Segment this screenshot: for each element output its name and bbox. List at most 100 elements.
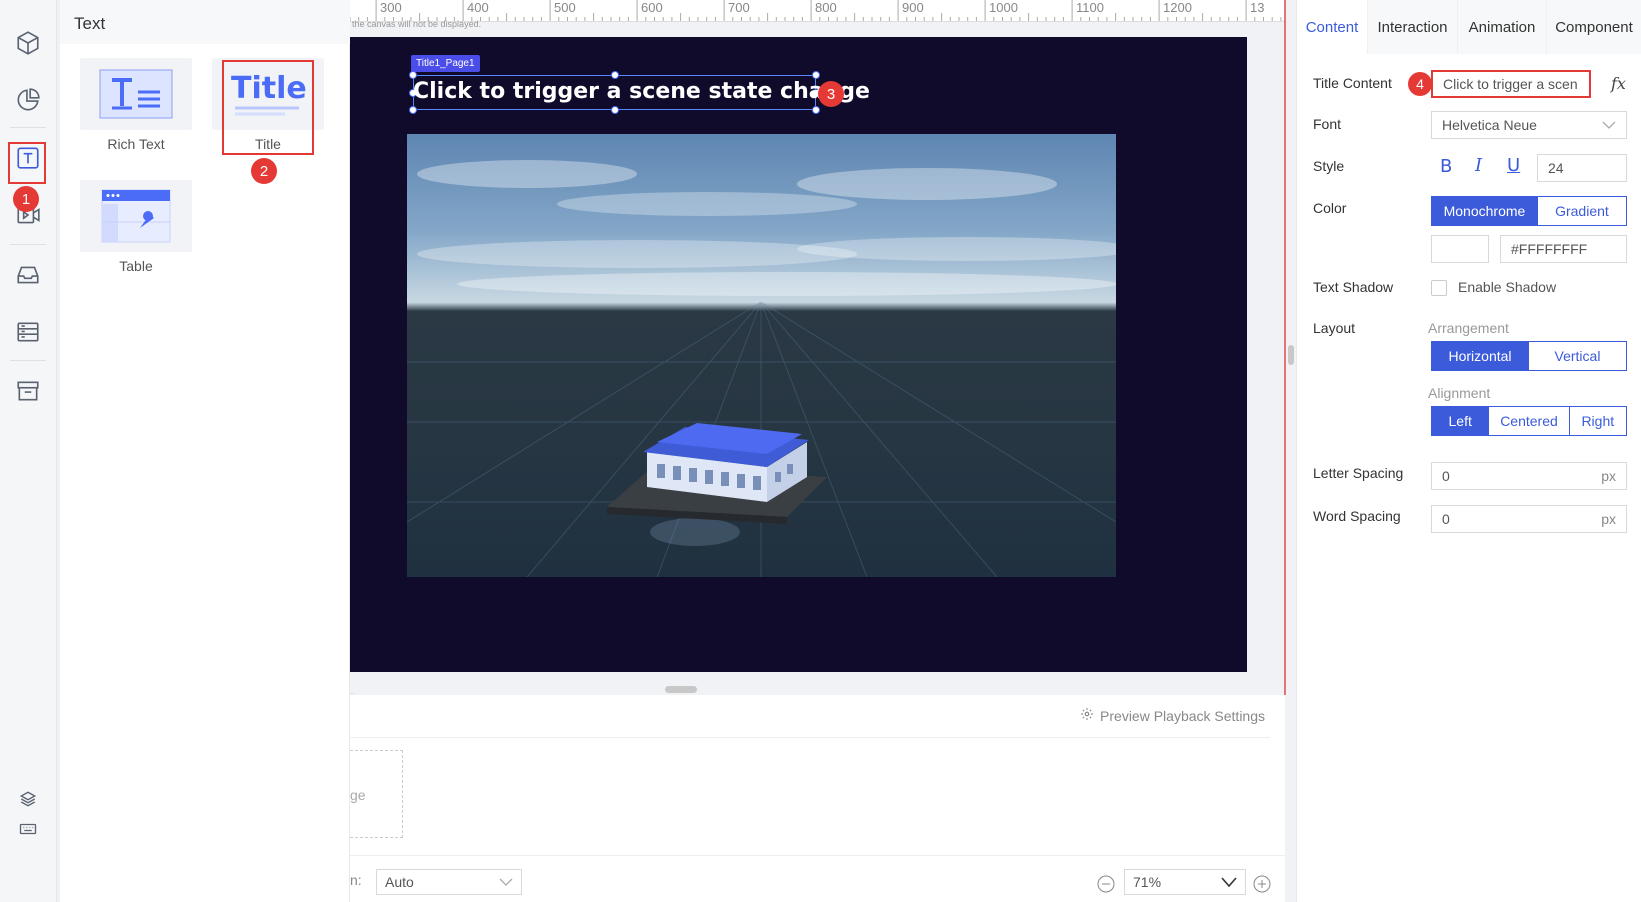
archive-box-icon[interactable]	[8, 371, 48, 411]
preview-playback-settings-label: Preview Playback Settings	[1100, 707, 1265, 724]
text-shadow-label: Text Shadow	[1313, 279, 1394, 295]
bold-button[interactable]: B	[1440, 156, 1452, 177]
resize-handle[interactable]	[611, 71, 619, 79]
bottom-panel: Preview Playback Settings ge n: Auto 71%	[350, 695, 1285, 902]
left-rail	[0, 0, 57, 902]
horizontal-scrollbar[interactable]	[665, 686, 697, 693]
font-size-input[interactable]: 24	[1537, 154, 1627, 182]
alignment-right[interactable]: Right	[1569, 407, 1626, 435]
table-thumbnail	[80, 180, 192, 252]
canvas-title-text[interactable]: Click to trigger a scene state change	[413, 79, 870, 104]
chart-pie-icon[interactable]	[8, 80, 48, 120]
table-label: Table	[119, 258, 153, 274]
letter-spacing-input[interactable]: 0 px	[1431, 462, 1627, 490]
app-root: 1 Text Rich Text Title Title Table 2 300…	[0, 0, 1641, 902]
component-table[interactable]: Table	[80, 180, 192, 274]
color-mode-gradient[interactable]: Gradient	[1537, 197, 1626, 225]
zoom-in-icon[interactable]	[1253, 875, 1271, 896]
component-title[interactable]: Title Title	[212, 58, 324, 152]
annotation-badge-4: 4	[1408, 72, 1432, 96]
letter-spacing-unit: px	[1601, 468, 1616, 484]
rich-text-thumbnail	[80, 58, 192, 130]
font-select-value: Helvetica Neue	[1442, 117, 1537, 133]
tab-interaction[interactable]: Interaction	[1368, 0, 1458, 54]
word-spacing-input[interactable]: 0 px	[1431, 505, 1627, 533]
adaptation-select[interactable]: Auto	[376, 869, 522, 895]
properties-panel: Content Interaction Animation Component …	[1296, 0, 1641, 902]
model-cube-icon[interactable]	[8, 23, 48, 63]
sky-clouds	[417, 160, 1116, 296]
arrangement-label: Arrangement	[1428, 320, 1509, 336]
vertical-scrollbar[interactable]	[1288, 345, 1294, 365]
enable-shadow-checkbox[interactable]	[1431, 280, 1447, 296]
chevron-down-icon	[1221, 874, 1237, 890]
resize-handle[interactable]	[611, 106, 619, 114]
color-label: Color	[1313, 200, 1347, 216]
annotation-badge-1: 1	[13, 186, 39, 212]
color-mode-toggle: Monochrome Gradient	[1431, 196, 1627, 226]
alignment-centered[interactable]: Centered	[1489, 407, 1570, 435]
adaptation-select-value: Auto	[385, 874, 414, 890]
word-spacing-unit: px	[1601, 511, 1616, 527]
tab-component[interactable]: Component	[1547, 0, 1641, 54]
properties-tabs: Content Interaction Animation Component	[1297, 0, 1641, 54]
chevron-down-icon	[1602, 117, 1616, 133]
resize-handle[interactable]	[812, 71, 820, 79]
title-content-input[interactable]: Click to trigger a scen	[1431, 70, 1591, 98]
annotation-badge-2: 2	[251, 158, 277, 184]
tab-animation[interactable]: Animation	[1458, 0, 1547, 54]
keyboard-icon[interactable]	[8, 809, 48, 849]
italic-button[interactable]: I	[1475, 155, 1482, 176]
font-select[interactable]: Helvetica Neue	[1431, 111, 1627, 139]
title-icon: Title	[231, 71, 307, 116]
word-spacing-label: Word Spacing	[1313, 508, 1401, 524]
arrangement-horizontal[interactable]: Horizontal	[1432, 342, 1529, 370]
ruler-ticks	[350, 0, 1282, 21]
gear-icon	[1080, 707, 1094, 724]
arrangement-toggle: Horizontal Vertical	[1431, 341, 1627, 371]
zoom-select[interactable]: 71%	[1124, 869, 1246, 895]
zoom-value: 71%	[1133, 874, 1162, 890]
resize-handle[interactable]	[409, 71, 417, 79]
ground-grid	[407, 302, 1116, 577]
title-thumbnail: Title	[212, 58, 324, 130]
color-hex-input[interactable]: #FFFFFFFF	[1500, 235, 1627, 263]
add-page-text: ge	[350, 787, 366, 803]
font-label: Font	[1313, 116, 1342, 132]
layout-label: Layout	[1313, 320, 1356, 336]
word-spacing-value: 0	[1442, 511, 1450, 527]
color-mode-monochrome[interactable]: Monochrome	[1432, 197, 1538, 225]
letter-spacing-value: 0	[1442, 468, 1450, 484]
fx-button[interactable]: fx	[1611, 74, 1626, 93]
toolbar-label: n:	[350, 872, 362, 888]
alignment-label: Alignment	[1428, 385, 1491, 401]
component-rich-text[interactable]: Rich Text	[80, 58, 192, 152]
title-content-label: Title Content	[1313, 75, 1392, 91]
scene-viewport[interactable]	[407, 134, 1116, 577]
annotation-badge-3: 3	[818, 81, 844, 107]
enable-shadow-label: Enable Shadow	[1458, 279, 1557, 295]
component-panel: Text Rich Text Title Title Table	[60, 0, 350, 902]
arrangement-vertical[interactable]: Vertical	[1529, 342, 1626, 370]
rich-text-icon	[99, 69, 173, 119]
style-label: Style	[1313, 158, 1345, 174]
title-label: Title	[255, 136, 281, 152]
canvas-boundary-line	[1284, 0, 1286, 695]
svg-text:Title: Title	[231, 71, 307, 106]
letter-spacing-label: Letter Spacing	[1313, 465, 1404, 481]
alignment-left[interactable]: Left	[1432, 407, 1490, 435]
underline-button[interactable]: U	[1507, 155, 1520, 176]
chevron-down-icon	[499, 874, 513, 890]
resize-handle[interactable]	[409, 106, 417, 114]
inbox-icon[interactable]	[8, 255, 48, 295]
canvas-hint: the canvas will not be displayed.	[352, 19, 482, 29]
component-panel-title: Text	[74, 14, 106, 33]
zoom-out-icon[interactable]	[1097, 875, 1115, 896]
text-component-icon[interactable]	[8, 138, 48, 178]
resize-handle[interactable]	[812, 106, 820, 114]
preview-playback-settings-link[interactable]: Preview Playback Settings	[1080, 707, 1265, 724]
list-panel-icon[interactable]	[8, 312, 48, 352]
top-ruler: 300 400 500 600 700 800 900 1000 1100 12…	[350, 0, 1285, 22]
tab-content[interactable]: Content	[1297, 0, 1368, 54]
color-swatch[interactable]	[1431, 235, 1489, 263]
